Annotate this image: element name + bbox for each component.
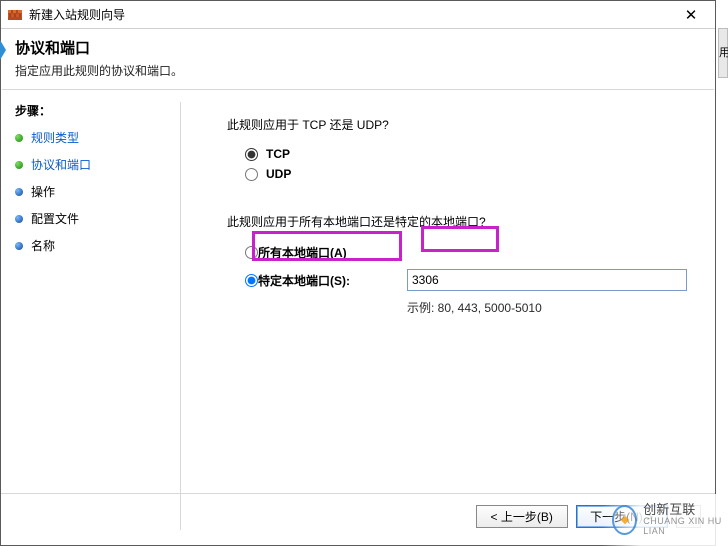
window-title: 新建入站规则向导 — [29, 6, 671, 23]
wizard-footer: < 上一步(B) 下一步(N) > — [1, 493, 715, 539]
option-tcp-row: TCP — [245, 147, 687, 161]
bullet-todo-icon — [15, 242, 23, 250]
page-subtitle: 指定应用此规则的协议和端口。 — [15, 62, 701, 79]
option-all-ports-row: 所有本地端口(A) — [245, 244, 687, 261]
option-specific-ports-row: 特定本地端口(S): — [245, 269, 687, 291]
port-example: 示例: 80, 443, 5000-5010 — [407, 299, 687, 316]
step-profile[interactable]: 配置文件 — [15, 210, 170, 227]
close-icon: ✕ — [685, 6, 698, 24]
titlebar: 新建入站规则向导 ✕ — [1, 1, 715, 29]
wizard-window: 新建入站规则向导 ✕ 协议和端口 指定应用此规则的协议和端口。 步骤： 规则类型… — [0, 0, 716, 546]
step-protocol-ports[interactable]: 协议和端口 — [15, 156, 170, 173]
content-panel: 此规则应用于 TCP 还是 UDP? TCP UDP 此规则应用于所有本地端口还… — [181, 90, 715, 530]
close-button[interactable]: ✕ — [671, 2, 711, 28]
label-udp: UDP — [266, 167, 291, 181]
firewall-icon — [7, 7, 23, 23]
page-title: 协议和端口 — [15, 37, 701, 58]
step-name[interactable]: 名称 — [15, 237, 170, 254]
label-tcp: TCP — [266, 147, 290, 161]
label-all-ports: 所有本地端口(A) — [258, 244, 347, 261]
partial-button[interactable] — [676, 505, 701, 528]
protocol-question: 此规则应用于 TCP 还是 UDP? — [227, 116, 687, 133]
port-input[interactable] — [407, 269, 687, 291]
step-action[interactable]: 操作 — [15, 183, 170, 200]
background-window-fragment: 用 — [718, 28, 728, 78]
label-specific-ports: 特定本地端口(S): — [258, 272, 350, 289]
bullet-todo-icon — [15, 188, 23, 196]
radio-tcp[interactable] — [245, 148, 258, 161]
steps-panel: 步骤： 规则类型 协议和端口 操作 配置文件 名称 — [1, 90, 180, 530]
bullet-done-icon — [15, 134, 23, 142]
bullet-todo-icon — [15, 215, 23, 223]
bullet-current-icon — [15, 161, 23, 169]
port-question: 此规则应用于所有本地端口还是特定的本地端口? — [227, 213, 687, 230]
wizard-header: 协议和端口 指定应用此规则的协议和端口。 — [1, 29, 715, 89]
step-rule-type[interactable]: 规则类型 — [15, 129, 170, 146]
radio-specific-ports[interactable] — [245, 274, 258, 287]
left-window-edge — [0, 40, 6, 60]
radio-all-ports[interactable] — [245, 246, 258, 259]
steps-heading: 步骤： — [15, 102, 170, 119]
option-udp-row: UDP — [245, 167, 687, 181]
back-button[interactable]: < 上一步(B) — [476, 505, 568, 528]
next-button[interactable]: 下一步(N) > — [576, 505, 668, 528]
radio-udp[interactable] — [245, 168, 258, 181]
